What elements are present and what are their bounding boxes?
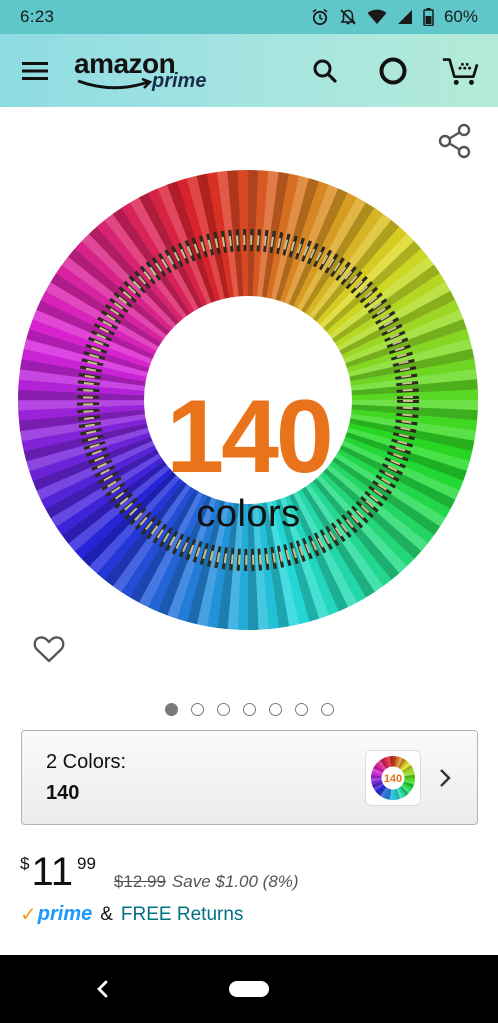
status-bar: 6:23 60% bbox=[0, 0, 498, 34]
prime-check-icon: ✓ bbox=[20, 904, 37, 926]
carousel-dot[interactable] bbox=[242, 703, 256, 716]
variation-label: 2 Colors: bbox=[46, 750, 127, 773]
cart-button[interactable] bbox=[442, 52, 480, 90]
thumb-label: 140 bbox=[384, 773, 402, 785]
thread-wheel-thumbnail: 140 bbox=[371, 755, 415, 800]
carousel-dot[interactable] bbox=[164, 703, 178, 716]
image-headline: 140 bbox=[166, 379, 334, 495]
share-button[interactable] bbox=[438, 123, 472, 159]
image-caption: colors bbox=[196, 493, 301, 535]
search-button[interactable] bbox=[306, 52, 344, 90]
logo-prime-text: prime bbox=[152, 69, 207, 92]
product-image-area[interactable]: 140 colors bbox=[0, 107, 498, 697]
header-actions bbox=[306, 52, 480, 90]
notifications-off-icon bbox=[340, 9, 356, 25]
carousel-dot[interactable] bbox=[268, 703, 282, 716]
prime-badge: ✓ prime bbox=[20, 902, 92, 927]
wifi-icon bbox=[367, 9, 387, 24]
price-whole: 11 bbox=[31, 850, 73, 894]
product-image[interactable]: 140 colors bbox=[15, 169, 482, 631]
carousel-indicator bbox=[0, 703, 498, 716]
list-price: $12.99 bbox=[113, 872, 166, 891]
savings-text: Save $1.00 (8%) bbox=[171, 872, 299, 891]
smile-arrow-icon bbox=[77, 77, 153, 89]
status-icons: 60% bbox=[311, 7, 478, 27]
wishlist-button[interactable] bbox=[32, 632, 66, 666]
search-icon bbox=[313, 59, 337, 83]
app-header: amazon prime bbox=[0, 34, 498, 107]
free-returns-link[interactable]: FREE Returns bbox=[121, 904, 243, 926]
carousel-dot[interactable] bbox=[216, 703, 230, 716]
carousel-dot[interactable] bbox=[190, 703, 204, 716]
chevron-right-icon bbox=[440, 768, 451, 787]
variation-text: 2 Colors: 140 bbox=[22, 751, 365, 805]
prime-badge-text: prime bbox=[37, 903, 93, 925]
battery-icon bbox=[423, 8, 434, 26]
signal-icon bbox=[397, 10, 412, 24]
alexa-icon bbox=[379, 57, 407, 84]
prime-row: ✓ prime & FREE Returns bbox=[20, 902, 243, 927]
share-icon bbox=[438, 123, 471, 159]
color-variation-selector[interactable]: 2 Colors: 140 140 bbox=[21, 730, 478, 825]
price-currency: $ bbox=[20, 854, 30, 873]
cart-icon bbox=[442, 57, 479, 85]
menu-button[interactable] bbox=[18, 54, 52, 88]
alexa-button[interactable] bbox=[374, 52, 412, 90]
status-time: 6:23 bbox=[20, 7, 55, 26]
price-fraction: 99 bbox=[77, 854, 96, 873]
variation-thumbnail: 140 bbox=[365, 749, 421, 806]
alarm-icon bbox=[312, 8, 328, 26]
variation-value: 140 bbox=[46, 781, 80, 804]
back-icon[interactable] bbox=[92, 977, 114, 1001]
system-navigation-bar bbox=[0, 955, 498, 1023]
prime-separator: & bbox=[100, 903, 113, 925]
carousel-dot[interactable] bbox=[320, 703, 334, 716]
carousel-dot[interactable] bbox=[294, 703, 308, 716]
battery-percent: 60% bbox=[443, 7, 478, 26]
home-button[interactable] bbox=[229, 981, 269, 997]
heart-icon bbox=[33, 636, 65, 663]
menu-icon bbox=[22, 61, 48, 80]
amazon-prime-logo[interactable]: amazon prime bbox=[74, 46, 214, 96]
price-block: $ 11 99 $12.99 Save $1.00 (8%) bbox=[20, 852, 299, 892]
